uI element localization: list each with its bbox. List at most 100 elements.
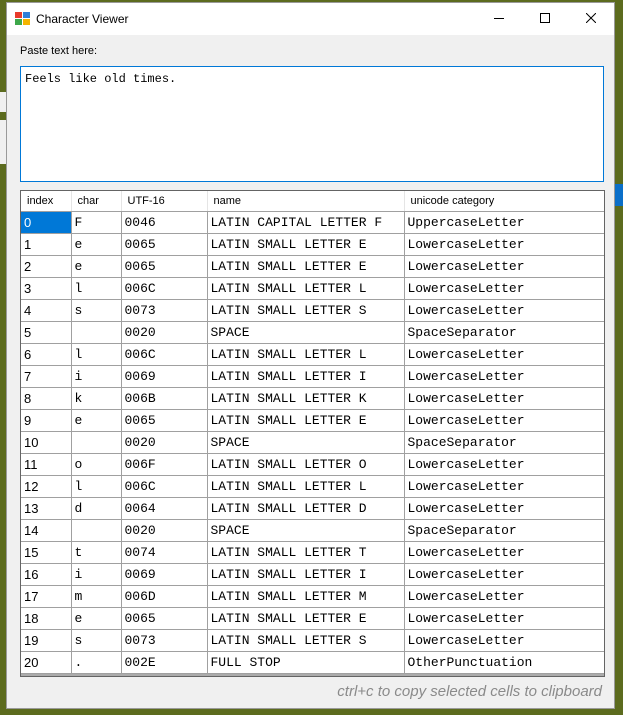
table-row[interactable]: 10 0020 SPACE SpaceSeparator	[21, 431, 604, 454]
cell-index[interactable]: 4	[21, 299, 72, 322]
cell-utf16[interactable]: 0065	[121, 409, 208, 432]
table-row[interactable]: 2 e 0065 LATIN SMALL LETTER E LowercaseLette…	[21, 255, 604, 278]
table-row[interactable]: 11 o 006F LATIN SMALL LETTER O LowercaseLett…	[21, 453, 604, 476]
maximize-button[interactable]	[522, 3, 568, 35]
cell-index[interactable]: 3	[21, 277, 72, 300]
cell-index[interactable]: 19	[21, 629, 72, 652]
cell-name[interactable]: LATIN SMALL LETTER S	[207, 299, 405, 322]
table-row[interactable]: 20. 002E FULL STOP OtherPunctuation	[21, 651, 604, 674]
cell-index[interactable]: 11	[21, 453, 72, 476]
cell-char[interactable]: e	[71, 409, 122, 432]
column-header-utf16[interactable]: UTF-16	[121, 191, 208, 212]
cell-utf16[interactable]: 0069	[121, 563, 208, 586]
cell-char[interactable]: l	[71, 343, 122, 366]
cell-char[interactable]: d	[71, 497, 122, 520]
cell-index[interactable]: 20	[21, 651, 72, 674]
column-header-index[interactable]: index	[21, 191, 72, 212]
cell-index[interactable]: 9	[21, 409, 72, 432]
table-row[interactable]: 19 s 0073 LATIN SMALL LETTER S LowercaseLett…	[21, 629, 604, 652]
cell-char[interactable]: i	[71, 365, 122, 388]
paste-text-input[interactable]: Feels like old times.	[20, 66, 604, 182]
close-button[interactable]	[568, 3, 614, 35]
cell-name[interactable]: LATIN SMALL LETTER L	[207, 343, 405, 366]
cell-char[interactable]: o	[71, 453, 122, 476]
table-row[interactable]: 3 l 006C LATIN SMALL LETTER L LowercaseLette…	[21, 277, 604, 300]
cell-utf16[interactable]: 0020	[121, 519, 208, 542]
cell-char[interactable]: .	[71, 651, 122, 674]
cell-index[interactable]: 12	[21, 475, 72, 498]
cell-char[interactable]: k	[71, 387, 122, 410]
cell-name[interactable]: LATIN SMALL LETTER O	[207, 453, 405, 476]
character-table[interactable]: index char UTF-16 name unicode category …	[20, 190, 605, 677]
cell-utf16[interactable]: 006F	[121, 453, 208, 476]
title-bar[interactable]: Character Viewer	[7, 3, 614, 35]
cell-category[interactable]: SpaceSeparator	[404, 431, 604, 454]
cell-char[interactable]	[71, 431, 122, 454]
cell-name[interactable]: LATIN SMALL LETTER I	[207, 365, 405, 388]
table-row[interactable]: 14 0020 SPACE SpaceSeparator	[21, 519, 604, 542]
cell-category[interactable]: LowercaseLetter	[404, 475, 604, 498]
cell-utf16[interactable]: 0020	[121, 321, 208, 344]
cell-name[interactable]: LATIN SMALL LETTER E	[207, 233, 405, 256]
cell-name[interactable]: LATIN SMALL LETTER E	[207, 255, 405, 278]
table-row[interactable]: 13 d 0064 LATIN SMALL LETTER D LowercaseLett…	[21, 497, 604, 520]
cell-name[interactable]: LATIN SMALL LETTER D	[207, 497, 405, 520]
cell-utf16[interactable]: 002E	[121, 651, 208, 674]
cell-category[interactable]: SpaceSeparator	[404, 519, 604, 542]
cell-utf16[interactable]: 0073	[121, 299, 208, 322]
cell-category[interactable]: LowercaseLetter	[404, 585, 604, 608]
cell-category[interactable]: LowercaseLetter	[404, 365, 604, 388]
cell-index[interactable]: 13	[21, 497, 72, 520]
cell-category[interactable]: SpaceSeparator	[404, 321, 604, 344]
cell-name[interactable]: SPACE	[207, 321, 405, 344]
cell-char[interactable]: F	[71, 211, 122, 234]
cell-char[interactable]: l	[71, 475, 122, 498]
cell-index[interactable]: 18	[21, 607, 72, 630]
cell-char[interactable]: l	[71, 277, 122, 300]
minimize-button[interactable]	[476, 3, 522, 35]
cell-category[interactable]: LowercaseLetter	[404, 299, 604, 322]
cell-utf16[interactable]: 006C	[121, 475, 208, 498]
cell-name[interactable]: FULL STOP	[207, 651, 405, 674]
cell-utf16[interactable]: 0065	[121, 607, 208, 630]
table-row[interactable]: 8 k 006B LATIN SMALL LETTER K LowercaseLette…	[21, 387, 604, 410]
cell-index[interactable]: 6	[21, 343, 72, 366]
cell-index[interactable]: 14	[21, 519, 72, 542]
cell-category[interactable]: UppercaseLetter	[404, 211, 604, 234]
cell-category[interactable]: LowercaseLetter	[404, 629, 604, 652]
cell-name[interactable]: LATIN SMALL LETTER T	[207, 541, 405, 564]
table-row[interactable]: 9 e 0065 LATIN SMALL LETTER E LowercaseLette…	[21, 409, 604, 432]
cell-utf16[interactable]: 0069	[121, 365, 208, 388]
cell-char[interactable]: m	[71, 585, 122, 608]
table-row[interactable]: 15 t 0074 LATIN SMALL LETTER T LowercaseLett…	[21, 541, 604, 564]
cell-name[interactable]: LATIN CAPITAL LETTER F	[207, 211, 405, 234]
cell-category[interactable]: LowercaseLetter	[404, 277, 604, 300]
cell-utf16[interactable]: 0046	[121, 211, 208, 234]
table-row[interactable]: 1 e 0065 LATIN SMALL LETTER E LowercaseLette…	[21, 233, 604, 256]
cell-char[interactable]: t	[71, 541, 122, 564]
cell-index[interactable]: 7	[21, 365, 72, 388]
cell-name[interactable]: LATIN SMALL LETTER M	[207, 585, 405, 608]
cell-category[interactable]: LowercaseLetter	[404, 255, 604, 278]
cell-index[interactable]: 0	[21, 211, 72, 234]
cell-name[interactable]: LATIN SMALL LETTER I	[207, 563, 405, 586]
cell-index[interactable]: 15	[21, 541, 72, 564]
cell-index[interactable]: 8	[21, 387, 72, 410]
cell-char[interactable]	[71, 321, 122, 344]
cell-category[interactable]: LowercaseLetter	[404, 453, 604, 476]
table-row[interactable]: 6 l 006C LATIN SMALL LETTER L LowercaseLette…	[21, 343, 604, 366]
cell-utf16[interactable]: 006C	[121, 277, 208, 300]
cell-char[interactable]: e	[71, 255, 122, 278]
cell-index[interactable]: 10	[21, 431, 72, 454]
table-row[interactable]: 16 i 0069 LATIN SMALL LETTER I LowercaseLett…	[21, 563, 604, 586]
cell-utf16[interactable]: 0064	[121, 497, 208, 520]
cell-name[interactable]: SPACE	[207, 431, 405, 454]
cell-name[interactable]: LATIN SMALL LETTER S	[207, 629, 405, 652]
cell-category[interactable]: LowercaseLetter	[404, 541, 604, 564]
column-header-unicode-category[interactable]: unicode category	[404, 191, 604, 212]
cell-char[interactable]: s	[71, 629, 122, 652]
cell-category[interactable]: OtherPunctuation	[404, 651, 604, 674]
cell-char[interactable]	[71, 519, 122, 542]
cell-category[interactable]: LowercaseLetter	[404, 233, 604, 256]
cell-char[interactable]: i	[71, 563, 122, 586]
